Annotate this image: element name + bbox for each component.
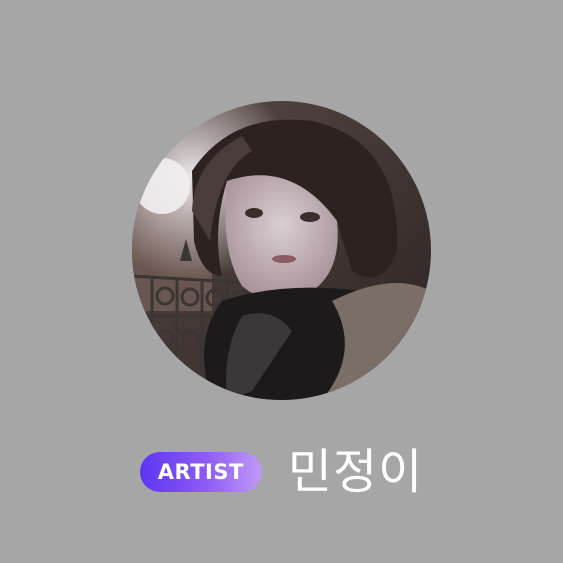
artist-badge: ARTIST <box>139 452 262 492</box>
display-name: 민정이 <box>287 444 424 500</box>
profile-photo <box>132 101 431 400</box>
profile-avatar[interactable] <box>132 101 431 400</box>
profile-info: ARTIST 민정이 <box>0 440 563 504</box>
